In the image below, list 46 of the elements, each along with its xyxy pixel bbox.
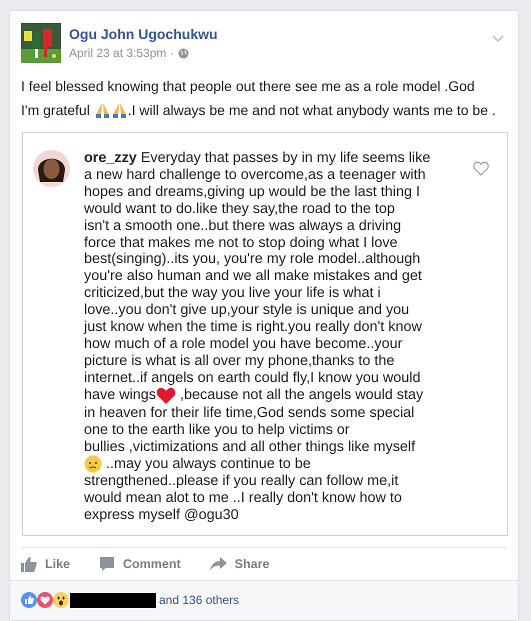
praying-hands-icon: [94, 102, 111, 118]
like-reaction-icon: [21, 592, 37, 608]
crying-face-icon: [84, 455, 102, 474]
comment-text: express myself @ogu30: [84, 507, 239, 524]
comment-text: a new hard challenge to overcome,as a teenager with: [84, 166, 426, 184]
comment-text: ore_zzy Everyday that passes by in my life seems like: [84, 150, 430, 167]
praying-hands-icon: [110, 102, 128, 118]
comment-text: picture is what is all over my phone,thanks to the: [84, 352, 394, 370]
comment-text: would mean alot to me ..I really don't know how to: [84, 490, 402, 508]
reactions-summary[interactable]: and 136 others: [159, 593, 240, 607]
comment-text: would want to do.like they say,the road to the top: [84, 200, 395, 218]
comment-text: strengthened..please if you really can follow me,it: [84, 473, 398, 490]
love-reaction-icon: [37, 592, 53, 608]
comment-text: you're also human and we all make mistakes and get: [84, 268, 422, 286]
comment-text: internet..if angels on earth could fly,I know you would: [84, 370, 421, 387]
chevron-down-icon[interactable]: [492, 35, 504, 43]
share-arrow-icon: [210, 556, 227, 572]
post-text: .I will always be me and not what anybody wants me to be .: [128, 101, 496, 120]
comment-text: best(singing)..its you, you're my role model..although: [84, 251, 420, 268]
author-name[interactable]: Ogu John Ugochukwu: [69, 26, 218, 42]
post-time[interactable]: April 23 at 3:53pm ·: [69, 46, 174, 60]
comment-text: ,because not all the angels would stay: [178, 387, 424, 404]
heart-icon[interactable]: [473, 161, 489, 176]
globe-icon: [178, 48, 189, 58]
comment-text: isn't a smooth one..but there was always a driving: [84, 218, 402, 235]
post-text: I feel blessed knowing that people out there see me as a role model .God: [21, 77, 475, 96]
comment-text: just know when the time is right.you really don't know: [84, 319, 422, 336]
avatar-icon: [33, 150, 70, 187]
comment-text: in heaven for their life time,God sends some special: [84, 404, 414, 422]
thumbs-up-icon: [21, 556, 37, 572]
comment-text: one to the earth like you to help victims or: [84, 422, 350, 438]
comment-text: ..may you always continue to be: [104, 456, 311, 473]
wow-reaction-icon: [53, 592, 69, 608]
comment-text: how much of a role model you have become..your: [84, 336, 402, 353]
comment-button[interactable]: Comment: [99, 554, 181, 574]
comment-text: criticized,but the way you live your life is what i: [84, 285, 381, 302]
heart-icon: [156, 386, 176, 405]
comment-text: force that makes me not to stop doing what I love: [84, 234, 398, 252]
like-button[interactable]: Like: [21, 554, 70, 574]
share-button[interactable]: Share: [210, 554, 270, 574]
comment-text: bullies ,victimizations and all other things like myself: [84, 438, 416, 456]
comment-text: love..you don't give up,your style is unique and you: [84, 302, 410, 320]
comment-text: hopes and dreams,giving up would be the last thing I: [84, 184, 420, 201]
comment-text: have wings: [84, 387, 156, 404]
post-text: I'm grateful: [21, 101, 91, 120]
speech-bubble-icon: [99, 556, 116, 572]
